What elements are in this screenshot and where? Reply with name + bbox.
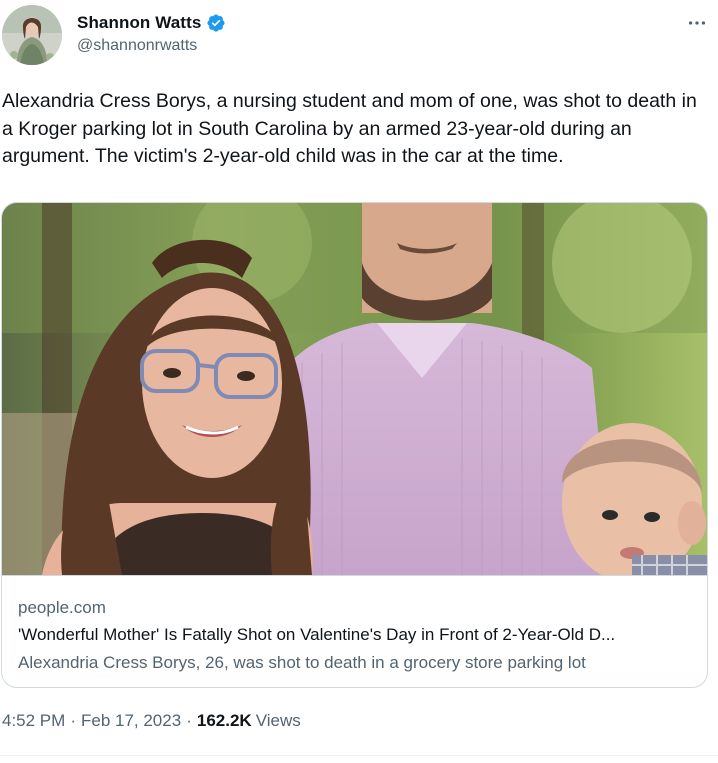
tweet-text: Alexandria Cress Borys, a nursing studen… <box>2 90 697 167</box>
divider <box>0 755 718 756</box>
tweet-header: Shannon Watts @shannonrwatts <box>0 0 718 72</box>
display-name-row: Shannon Watts <box>77 11 226 35</box>
author-display-name[interactable]: Shannon Watts <box>77 13 201 33</box>
tweet-date[interactable]: Feb 17, 2023 <box>81 711 181 731</box>
more-options-icon[interactable] <box>684 12 710 36</box>
meta-separator: · <box>70 711 76 730</box>
meta-separator: · <box>186 711 192 730</box>
verified-badge-icon[interactable] <box>206 13 226 33</box>
author-handle[interactable]: @shannonrwatts <box>77 37 226 55</box>
author-names: Shannon Watts @shannonrwatts <box>77 11 226 55</box>
tweet-meta: 4:52 PM · Feb 17, 2023 · 162.2K Views <box>2 711 301 731</box>
card-meta[interactable]: people.com 'Wonderful Mother' Is Fatally… <box>2 575 707 687</box>
views-count: 162.2K <box>196 711 252 730</box>
tweet: Shannon Watts @shannonrwatts Alexandria … <box>0 0 718 763</box>
card-domain: people.com <box>18 598 106 617</box>
views-label: Views <box>255 711 301 730</box>
link-preview-card[interactable]: people.com 'Wonderful Mother' Is Fatally… <box>1 202 708 688</box>
card-description: Alexandria Cress Borys, 26, was shot to … <box>18 653 586 672</box>
card-title: 'Wonderful Mother' Is Fatally Shot on Va… <box>18 625 616 644</box>
tweet-time[interactable]: 4:52 PM <box>2 711 65 731</box>
author-avatar[interactable] <box>2 5 62 65</box>
card-image[interactable] <box>2 203 707 575</box>
